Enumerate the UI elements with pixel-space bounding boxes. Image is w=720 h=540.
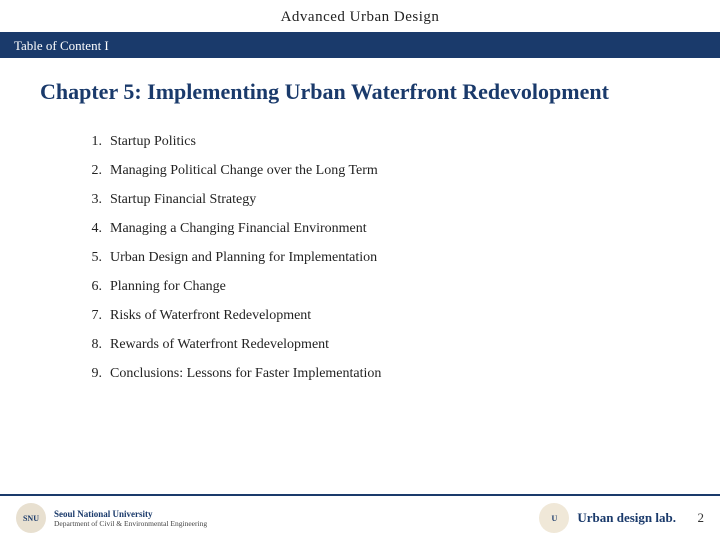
udl-label: Urban design lab. — [577, 510, 676, 526]
content-list: 1. Startup Politics 2. Managing Political C… — [80, 127, 660, 388]
toc-label: Table of Content I — [14, 38, 109, 53]
udl-logo-icon: U — [539, 503, 569, 533]
item-number: 6. — [80, 276, 102, 297]
list-item: 4. Managing a Changing Financial Environm… — [80, 214, 660, 243]
item-number: 5. — [80, 247, 102, 268]
footer-right: U Urban design lab. 2 — [539, 503, 704, 533]
footer-university-info: Seoul National University Department of … — [54, 509, 207, 528]
item-number: 4. — [80, 218, 102, 239]
item-text: Managing Political Change over the Long … — [110, 160, 378, 181]
list-item: 1. Startup Politics — [80, 127, 660, 156]
department-name: Department of Civil & Environmental Engi… — [54, 519, 207, 528]
item-text: Startup Financial Strategy — [110, 189, 256, 210]
university-name: Seoul National University — [54, 509, 207, 519]
list-item: 6. Planning for Change — [80, 272, 660, 301]
item-text: Urban Design and Planning for Implementa… — [110, 247, 377, 268]
item-text: Risks of Waterfront Redevelopment — [110, 305, 311, 326]
item-number: 8. — [80, 334, 102, 355]
page-number: 2 — [684, 510, 704, 526]
list-item: 2. Managing Political Change over the Lon… — [80, 156, 660, 185]
item-text: Planning for Change — [110, 276, 226, 297]
header: Advanced Urban Design — [0, 0, 720, 34]
list-item: 8. Rewards of Waterfront Redevelopment — [80, 330, 660, 359]
list-item: 7. Risks of Waterfront Redevelopment — [80, 301, 660, 330]
item-text: Managing a Changing Financial Environmen… — [110, 218, 367, 239]
footer: SNU Seoul National University Department… — [0, 494, 720, 540]
list-item: 5. Urban Design and Planning for Implemen… — [80, 243, 660, 272]
footer-left: SNU Seoul National University Department… — [16, 503, 207, 533]
list-item: 9. Conclusions: Lessons for Faster Implem… — [80, 359, 660, 388]
item-number: 1. — [80, 131, 102, 152]
item-number: 9. — [80, 363, 102, 384]
snu-logo-icon: SNU — [16, 503, 46, 533]
item-number: 2. — [80, 160, 102, 181]
list-item: 3. Startup Financial Strategy — [80, 185, 660, 214]
chapter-title: Chapter 5: Implementing Urban Waterfront… — [0, 58, 720, 117]
item-number: 3. — [80, 189, 102, 210]
content-area: 1. Startup Politics 2. Managing Political C… — [0, 117, 720, 398]
header-title: Advanced Urban Design — [281, 9, 440, 25]
toc-banner: Table of Content I — [0, 34, 720, 58]
item-number: 7. — [80, 305, 102, 326]
item-text: Conclusions: Lessons for Faster Implemen… — [110, 363, 381, 384]
item-text: Rewards of Waterfront Redevelopment — [110, 334, 329, 355]
item-text: Startup Politics — [110, 131, 196, 152]
